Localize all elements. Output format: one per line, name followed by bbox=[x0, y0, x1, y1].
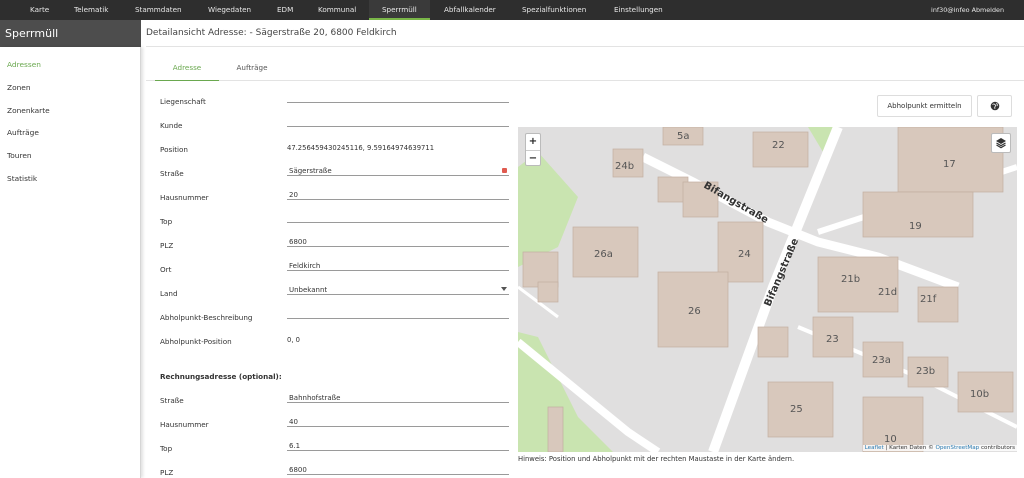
label-position: Position bbox=[160, 145, 188, 154]
building-label: 22 bbox=[772, 140, 785, 151]
tab-auftraege[interactable]: Aufträge bbox=[220, 57, 284, 81]
billing-heading: Rechnungsadresse (optional): bbox=[160, 372, 282, 381]
building-label: 23b bbox=[916, 366, 935, 377]
sidebar: Adressen Zonen Zonenkarte Aufträge Toure… bbox=[0, 47, 141, 478]
building-label: 17 bbox=[943, 159, 956, 170]
sidebar-item-zonen[interactable]: Zonen bbox=[7, 83, 31, 92]
building-label: 10 bbox=[884, 434, 897, 445]
building-label: 19 bbox=[909, 221, 922, 232]
strasse-value: Sägerstraße bbox=[289, 167, 332, 175]
building-label: 21f bbox=[920, 294, 937, 305]
label-abholpunkt-position: Abholpunkt-Position bbox=[160, 337, 232, 346]
osm-link[interactable]: OpenStreetMap bbox=[935, 445, 979, 451]
abholpunkt-position-value: 0, 0 bbox=[287, 336, 300, 344]
building bbox=[757, 326, 789, 358]
sidebar-item-statistik[interactable]: Statistik bbox=[7, 174, 37, 183]
user-logout-link[interactable]: inf30@infeo Abmelden bbox=[931, 0, 1004, 20]
label-hausnummer: Hausnummer bbox=[160, 193, 209, 202]
sidebar-brand: Sperrmüll bbox=[0, 20, 141, 47]
abholpunkt-beschreibung-input[interactable] bbox=[287, 309, 509, 319]
building-label: 23a bbox=[872, 355, 891, 366]
billing-plz-input[interactable]: 6800 bbox=[287, 465, 509, 475]
building-label: 26 bbox=[688, 306, 701, 317]
label-top: Top bbox=[160, 217, 173, 226]
top-navigation: Karte Telematik Stammdaten Wiegedaten ED… bbox=[0, 0, 1024, 20]
label-plz: PLZ bbox=[160, 241, 174, 250]
liegenschaft-input[interactable] bbox=[287, 93, 509, 103]
plz-input[interactable]: 6800 bbox=[287, 237, 509, 247]
map-attribution: Leaflet | Karten Daten © OpenStreetMap c… bbox=[862, 445, 1017, 451]
zoom-out-button[interactable]: − bbox=[526, 150, 540, 166]
building-label: 5a bbox=[677, 131, 690, 142]
tab-adresse[interactable]: Adresse bbox=[155, 57, 219, 81]
land-select[interactable]: Unbekannt bbox=[287, 285, 509, 295]
nav-spezialfunktionen[interactable]: Spezialfunktionen bbox=[522, 0, 586, 20]
kunde-input[interactable] bbox=[287, 117, 509, 127]
label-kunde: Kunde bbox=[160, 121, 183, 130]
building-label: 21d bbox=[878, 287, 897, 298]
globe-button[interactable] bbox=[977, 95, 1012, 117]
page-title: Detailansicht Adresse: - Sägerstraße 20,… bbox=[146, 20, 1024, 47]
building bbox=[547, 406, 564, 452]
layers-icon bbox=[996, 138, 1006, 149]
label-abholpunkt-beschreibung: Abholpunkt-Beschreibung bbox=[160, 313, 253, 322]
nav-telematik[interactable]: Telematik bbox=[74, 0, 108, 20]
nav-wiegedaten[interactable]: Wiegedaten bbox=[208, 0, 251, 20]
attribution-text: | Karten Daten © bbox=[883, 445, 936, 451]
label-billing-plz: PLZ bbox=[160, 468, 174, 477]
zoom-control: + − bbox=[525, 133, 541, 166]
label-ort: Ort bbox=[160, 265, 172, 274]
building bbox=[537, 281, 559, 303]
abholpunkt-ermitteln-button[interactable]: Abholpunkt ermitteln bbox=[877, 95, 972, 117]
map-view[interactable]: 5a 22 24b 17 19 26a 24 21b 21d 21f 26 23… bbox=[518, 127, 1017, 452]
billing-top-input[interactable]: 6.1 bbox=[287, 441, 509, 451]
sidebar-item-auftraege[interactable]: Aufträge bbox=[7, 128, 39, 137]
billing-hausnummer-input[interactable]: 40 bbox=[287, 417, 509, 427]
top-input[interactable] bbox=[287, 213, 509, 223]
ort-input[interactable]: Feldkirch bbox=[287, 261, 509, 271]
sidebar-item-touren[interactable]: Touren bbox=[7, 151, 32, 160]
layers-button[interactable] bbox=[991, 133, 1011, 153]
label-strasse: Straße bbox=[160, 169, 184, 178]
zoom-in-button[interactable]: + bbox=[526, 134, 540, 150]
map-tiles: 5a 22 24b 17 19 26a 24 21b 21d 21f 26 23… bbox=[518, 127, 1017, 452]
building-label: 10b bbox=[970, 389, 989, 400]
globe-icon bbox=[990, 101, 999, 111]
nav-stammdaten[interactable]: Stammdaten bbox=[135, 0, 182, 20]
nav-karte[interactable]: Karte bbox=[30, 0, 49, 20]
sidebar-item-zonenkarte[interactable]: Zonenkarte bbox=[7, 106, 50, 115]
nav-edm[interactable]: EDM bbox=[277, 0, 293, 20]
nav-kommunal[interactable]: Kommunal bbox=[318, 0, 356, 20]
strasse-input[interactable]: Sägerstraße bbox=[287, 166, 509, 176]
building-label: 25 bbox=[790, 404, 803, 415]
map-hint: Hinweis: Position und Abholpunkt mit der… bbox=[518, 455, 795, 463]
label-liegenschaft: Liegenschaft bbox=[160, 97, 206, 106]
building-label: 21b bbox=[841, 274, 860, 285]
billing-strasse-input[interactable]: Bahnhofstraße bbox=[287, 393, 509, 403]
required-marker-icon bbox=[502, 168, 507, 173]
building-label: 26a bbox=[594, 249, 613, 260]
tab-bar: Adresse Aufträge bbox=[146, 57, 1024, 81]
building-label: 24 bbox=[738, 249, 751, 260]
label-billing-top: Top bbox=[160, 444, 173, 453]
land-value: Unbekannt bbox=[289, 286, 328, 294]
position-value: 47.256459430245116, 9.59164974639711 bbox=[287, 144, 435, 152]
leaflet-link[interactable]: Leaflet bbox=[865, 445, 884, 451]
building-label: 23 bbox=[826, 334, 839, 345]
chevron-down-icon bbox=[501, 287, 507, 291]
nav-einstellungen[interactable]: Einstellungen bbox=[614, 0, 663, 20]
label-billing-strasse: Straße bbox=[160, 396, 184, 405]
building-label: 24b bbox=[615, 161, 634, 172]
label-billing-hausnummer: Hausnummer bbox=[160, 420, 209, 429]
sidebar-item-adressen[interactable]: Adressen bbox=[7, 60, 41, 69]
hausnummer-input[interactable]: 20 bbox=[287, 190, 509, 200]
nav-sperrmuell[interactable]: Sperrmüll bbox=[369, 0, 430, 20]
label-land: Land bbox=[160, 289, 178, 298]
attribution-tail: contributors bbox=[979, 445, 1015, 451]
nav-abfallkalender[interactable]: Abfallkalender bbox=[444, 0, 496, 20]
